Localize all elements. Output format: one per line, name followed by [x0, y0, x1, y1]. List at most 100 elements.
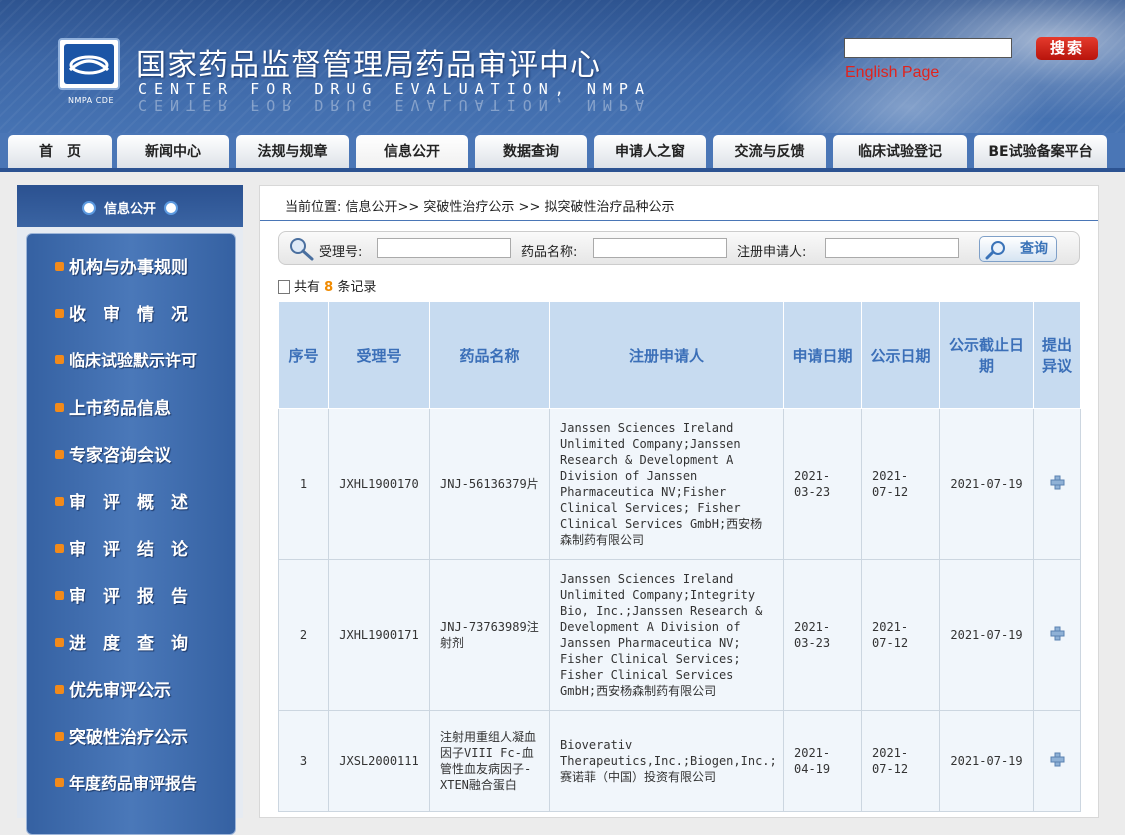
sidebar-item-review-conclusion[interactable]: 审 评 结 论	[55, 535, 188, 561]
rss-icon	[55, 355, 64, 364]
row-no: 2	[278, 559, 329, 711]
sidebar-item-review-overview[interactable]: 审 评 概 述	[55, 488, 188, 514]
site-title-cn: 国家药品监督管理局药品审评中心	[136, 48, 601, 83]
row-apply-date: 2021-03-23	[783, 408, 862, 560]
sidebar-item-breakthrough[interactable]: 突破性治疗公示	[55, 723, 188, 749]
sidebar-item-label: 专家咨询会议	[69, 446, 171, 466]
rss-icon	[55, 590, 64, 600]
sidebar-item-label: 上市药品信息	[69, 399, 171, 419]
site-search-button[interactable]: 搜索	[1036, 37, 1098, 60]
rss-icon	[55, 778, 64, 787]
plus-icon[interactable]	[1050, 752, 1065, 767]
row-objection	[1033, 710, 1081, 812]
sidebar-item-receipt[interactable]: 收 审 情 况	[55, 300, 188, 326]
row-deadline: 2021-07-19	[939, 408, 1034, 560]
row-applicant: Janssen Sciences Ireland Unlimited Compa…	[549, 559, 784, 711]
nav-tab-regulations[interactable]: 法规与规章	[236, 135, 349, 168]
plus-icon[interactable]	[1050, 475, 1065, 490]
acceptance-no-input[interactable]	[377, 238, 511, 258]
rss-icon	[55, 402, 64, 412]
row-applicant: Janssen Sciences Ireland Unlimited Compa…	[549, 408, 784, 560]
record-count-suffix: 条记录	[337, 280, 377, 295]
nav-tab-feedback[interactable]: 交流与反馈	[713, 135, 826, 168]
site-search-input[interactable]	[844, 38, 1012, 58]
header-decoration	[765, 0, 1125, 133]
bullet-icon	[164, 200, 178, 215]
breadcrumb-bar: 当前位置: 信息公开>> 突破性治疗公示 >> 拟突破性治疗品种公示	[260, 186, 1098, 221]
rss-icon	[55, 637, 64, 647]
nav-underline	[0, 168, 1125, 172]
logo-caption: NMPA CDE	[67, 96, 114, 105]
table-header-row: 序号 受理号 药品名称 注册申请人 申请日期 公示日期 公示截止日期 提出异议	[278, 301, 1081, 409]
rss-icon	[55, 731, 64, 741]
record-count-prefix: 共有	[294, 280, 321, 295]
nav-tab-clinical-trial[interactable]: 临床试验登记	[833, 135, 967, 168]
nav-tab-info-disclosure[interactable]: 信息公开	[356, 135, 468, 168]
row-drug: JNJ-56136379片	[429, 408, 550, 560]
sidebar: 信息公开 机构与办事规则 收 审 情 况 临床试验默示许可 上市药品信息 专家咨…	[17, 185, 243, 835]
sidebar-item-label: 优先审评公示	[69, 681, 171, 701]
record-count-value: 8	[324, 280, 334, 295]
results-table: 序号 受理号 药品名称 注册申请人 申请日期 公示日期 公示截止日期 提出异议 …	[278, 301, 1081, 812]
sidebar-item-label: 机构与办事规则	[69, 258, 188, 278]
site-header: NMPA CDE 国家药品监督管理局药品审评中心 CENTER FOR DRUG…	[0, 0, 1125, 133]
sidebar-item-rules[interactable]: 机构与办事规则	[55, 253, 188, 279]
sidebar-item-priority-review[interactable]: 优先审评公示	[55, 676, 171, 702]
cde-logo-icon[interactable]	[58, 38, 120, 90]
nav-tab-be-filing[interactable]: BE试验备案平台	[974, 135, 1107, 168]
row-drug: JNJ-73763989注射剂	[429, 559, 550, 711]
column-header-no: 序号	[278, 301, 329, 409]
row-publish-date: 2021-07-12	[861, 559, 940, 711]
column-header-objection: 提出异议	[1033, 301, 1081, 409]
nav-tab-news[interactable]: 新闻中心	[117, 135, 229, 168]
rss-icon	[55, 543, 64, 553]
row-publish-date: 2021-07-12	[861, 408, 940, 560]
rss-icon	[55, 261, 64, 271]
sidebar-item-expert-meeting[interactable]: 专家咨询会议	[55, 441, 171, 467]
sidebar-header: 信息公开	[17, 185, 243, 227]
sidebar-item-label: 进 度 查 询	[69, 634, 188, 654]
sidebar-item-label: 审 评 概 述	[69, 493, 188, 513]
row-apply-date: 2021-03-23	[783, 559, 862, 711]
record-count: 共有 8 条记录	[278, 276, 376, 295]
document-icon	[278, 279, 290, 294]
row-no: 1	[278, 408, 329, 560]
sidebar-menu: 机构与办事规则 收 审 情 况 临床试验默示许可 上市药品信息 专家咨询会议 审…	[26, 233, 236, 835]
bullet-icon	[81, 200, 96, 215]
nav-tab-data-query[interactable]: 数据查询	[475, 135, 587, 168]
nav-tab-home[interactable]: 首 页	[8, 135, 112, 168]
table-row: 2 JXHL1900171 JNJ-73763989注射剂 Janssen Sc…	[278, 559, 1081, 711]
sidebar-item-label: 收 审 情 况	[69, 305, 188, 325]
sidebar-item-label: 突破性治疗公示	[69, 728, 188, 748]
english-page-link[interactable]: English Page	[845, 64, 939, 82]
applicant-input[interactable]	[825, 238, 959, 258]
nav-tab-applicant[interactable]: 申请人之窗	[594, 135, 706, 168]
rss-icon	[55, 684, 64, 694]
sidebar-item-progress-query[interactable]: 进 度 查 询	[55, 629, 188, 655]
plus-icon[interactable]	[1050, 626, 1065, 641]
query-button-label: 查询	[1020, 241, 1048, 257]
row-drug: 注射用重组人凝血因子VIII Fc-血管性血友病因子-XTEN融合蛋白	[429, 710, 550, 812]
sidebar-item-annual-report[interactable]: 年度药品审评报告	[55, 770, 197, 796]
drug-name-input[interactable]	[593, 238, 727, 258]
row-deadline: 2021-07-19	[939, 559, 1034, 711]
sidebar-item-marketed-drugs[interactable]: 上市药品信息	[55, 394, 171, 420]
site-title-en-reflection: CENTER FOR DRUG EVALUATION, NMPA	[138, 96, 651, 114]
acceptance-no-label: 受理号:	[319, 245, 363, 260]
drug-name-label: 药品名称:	[521, 245, 578, 260]
sidebar-item-label: 临床试验默示许可	[69, 351, 198, 370]
row-applicant: Bioverativ Therapeutics,Inc.;Biogen,Inc.…	[549, 710, 784, 812]
query-button[interactable]: 查询	[979, 236, 1057, 262]
column-header-acceptance: 受理号	[328, 301, 430, 409]
row-acceptance: JXHL1900170	[328, 408, 430, 560]
sidebar-item-clinical-permit[interactable]: 临床试验默示许可	[55, 347, 197, 373]
table-row: 3 JXSL2000111 注射用重组人凝血因子VIII Fc-血管性血友病因子…	[278, 710, 1081, 812]
breadcrumb: 当前位置: 信息公开>> 突破性治疗公示 >> 拟突破性治疗品种公示	[285, 200, 675, 215]
applicant-label: 注册申请人:	[737, 245, 807, 260]
magnifier-icon	[287, 236, 315, 266]
rss-icon	[55, 308, 64, 318]
query-bar: 受理号: 药品名称: 注册申请人: 查询	[278, 231, 1080, 265]
rss-icon	[55, 496, 64, 506]
sidebar-item-review-report[interactable]: 审 评 报 告	[55, 582, 188, 608]
column-header-publish-date: 公示日期	[861, 301, 940, 409]
